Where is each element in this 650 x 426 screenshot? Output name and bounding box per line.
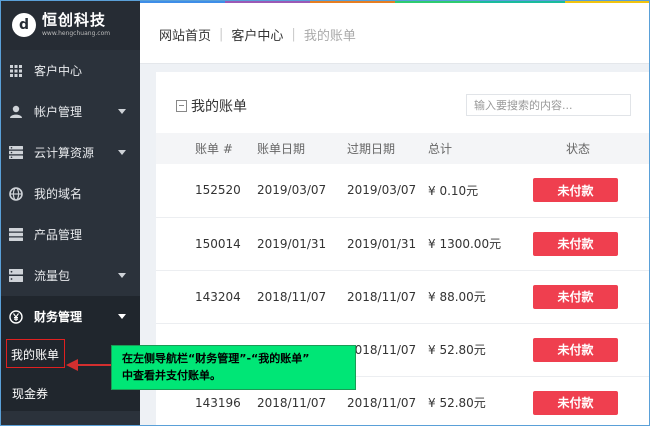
sidebar-item-finance[interactable]: 财务管理 — [0, 296, 140, 337]
breadcrumb-customer-center[interactable]: 客户中心 — [231, 25, 283, 44]
globe-icon — [8, 186, 24, 202]
server-icon — [8, 145, 24, 161]
sidebar-item-label: 客户中心 — [34, 64, 83, 78]
sidebar-item-traffic[interactable]: 流量包 — [0, 255, 140, 296]
due-date: 2019/01/31 — [340, 217, 424, 271]
column-header-status[interactable]: 状态 — [526, 133, 650, 164]
column-header-total[interactable]: 总计 — [424, 133, 526, 164]
bill-id: 152520 — [156, 164, 254, 218]
column-header-id[interactable]: 账单 # — [156, 133, 254, 164]
column-header-due-date[interactable]: 过期日期 — [340, 133, 424, 164]
bill-total: ¥ 52.80元 — [424, 376, 526, 426]
sidebar-item-domains[interactable]: 我的域名 — [0, 173, 140, 214]
due-date: 2019/03/07 — [340, 164, 424, 218]
logo-icon: d — [12, 13, 36, 37]
bill-date: 2018/11/07 — [254, 270, 340, 324]
bill-id: 143204 — [156, 270, 254, 324]
color-stripe — [140, 0, 650, 3]
bill-total: ¥ 52.80元 — [424, 323, 526, 377]
table-row[interactable]: 143204 2018/11/07 2018/11/07 ¥ 88.00元 未付… — [156, 270, 650, 324]
bill-total: ¥ 0.10元 — [424, 164, 526, 218]
callout-line-2: 中查看并支付账单。 — [122, 369, 221, 382]
sidebar-item-label: 财务管理 — [34, 310, 83, 324]
sidebar-item-label: 产品管理 — [34, 228, 83, 242]
sidebar-item-label: 帐户管理 — [34, 105, 83, 119]
sidebar-item-label: 流量包 — [34, 269, 71, 283]
chevron-down-icon — [118, 150, 126, 155]
breadcrumb-current: 我的账单 — [303, 29, 356, 44]
unpaid-status-button[interactable]: 未付款 — [533, 284, 618, 309]
search-input[interactable] — [466, 94, 631, 116]
sidebar-item-label: 我的域名 — [34, 187, 83, 201]
bill-total: ¥ 1300.00元 — [424, 217, 526, 271]
chevron-down-icon — [118, 273, 126, 278]
brand-sub: www.hengchuang.com — [42, 30, 111, 37]
bill-date: 2019/01/31 — [254, 217, 340, 271]
sidebar-item-customer-center[interactable]: 客户中心 — [0, 50, 140, 91]
table-row[interactable]: 152520 2019/03/07 2019/03/07 ¥ 0.10元 未付款 — [156, 164, 650, 218]
due-date: 2018/11/07 — [340, 270, 424, 324]
sidebar-item-label: 云计算资源 — [34, 146, 95, 160]
unpaid-status-button[interactable]: 未付款 — [533, 178, 618, 203]
column-header-bill-date[interactable]: 账单日期 — [254, 133, 340, 164]
sidebar-subitem-label: 现金券 — [12, 386, 49, 401]
breadcrumb: 网站首页 | 客户中心 | 我的账单 — [159, 25, 356, 44]
chevron-down-icon — [118, 314, 126, 319]
box-icon — [8, 268, 24, 284]
unpaid-status-button[interactable]: 未付款 — [533, 231, 618, 256]
sidebar-item-cloud[interactable]: 云计算资源 — [0, 132, 140, 173]
callout-line-1: 在左侧导航栏“财务管理”-“我的账单” — [122, 352, 310, 365]
arrow-icon — [66, 359, 78, 371]
sidebar-item-account[interactable]: 帐户管理 — [0, 91, 140, 132]
arrow-line — [78, 364, 112, 366]
user-icon — [8, 104, 24, 120]
yen-icon — [8, 309, 24, 325]
sidebar-subitem-label: 我的账单 — [11, 347, 60, 362]
brand-name: 恒创科技 — [42, 11, 107, 29]
chevron-down-icon — [118, 109, 126, 114]
logo[interactable]: d 恒创科技 www.hengchuang.com — [0, 0, 140, 50]
document-icon — [176, 100, 187, 112]
bill-id: 150014 — [156, 217, 254, 271]
unpaid-status-button[interactable]: 未付款 — [533, 390, 618, 415]
table-header: 账单 # 账单日期 过期日期 总计 状态 — [156, 133, 650, 164]
panel-title: 我的账单 — [176, 96, 247, 116]
breadcrumb-home[interactable]: 网站首页 — [159, 25, 211, 44]
table-row[interactable]: 150014 2019/01/31 2019/01/31 ¥ 1300.00元 … — [156, 217, 650, 271]
bill-date: 2019/03/07 — [254, 164, 340, 218]
grid-icon — [8, 63, 24, 79]
breadcrumb-separator: | — [219, 27, 224, 42]
breadcrumb-separator: | — [291, 27, 296, 42]
sidebar-item-products[interactable]: 产品管理 — [0, 214, 140, 255]
unpaid-status-button[interactable]: 未付款 — [533, 337, 618, 362]
panel-title-text: 我的账单 — [191, 99, 247, 115]
annotation-callout: 在左侧导航栏“财务管理”-“我的账单” 中查看并支付账单。 — [111, 345, 356, 390]
stack-icon — [8, 227, 24, 243]
topbar: 网站首页 | 客户中心 | 我的账单 — [140, 0, 650, 64]
bill-total: ¥ 88.00元 — [424, 270, 526, 324]
